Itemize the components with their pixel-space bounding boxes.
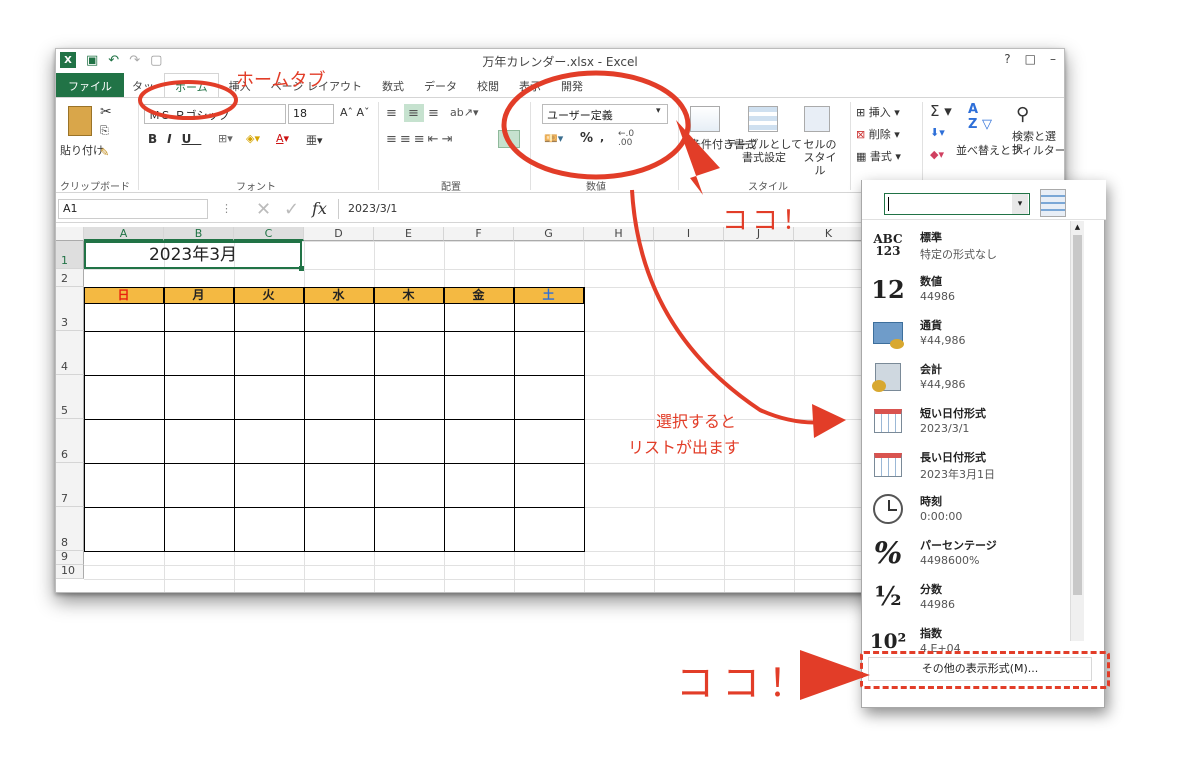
arrow-to-format-icon [676,120,720,195]
annotation-home-tab: ホームタブ [236,70,326,91]
home-tab-circle [138,80,238,120]
curved-arrow-head [812,404,846,438]
annotation-list-line1: 選択すると [656,412,737,431]
number-format-circle [501,70,691,180]
annotation-here-2: ココ！ [676,661,815,705]
annotation-overlay [138,70,870,700]
annotation-here-1: ココ！ [722,206,813,236]
annotation-list-line2: リストが出ます [628,438,741,457]
